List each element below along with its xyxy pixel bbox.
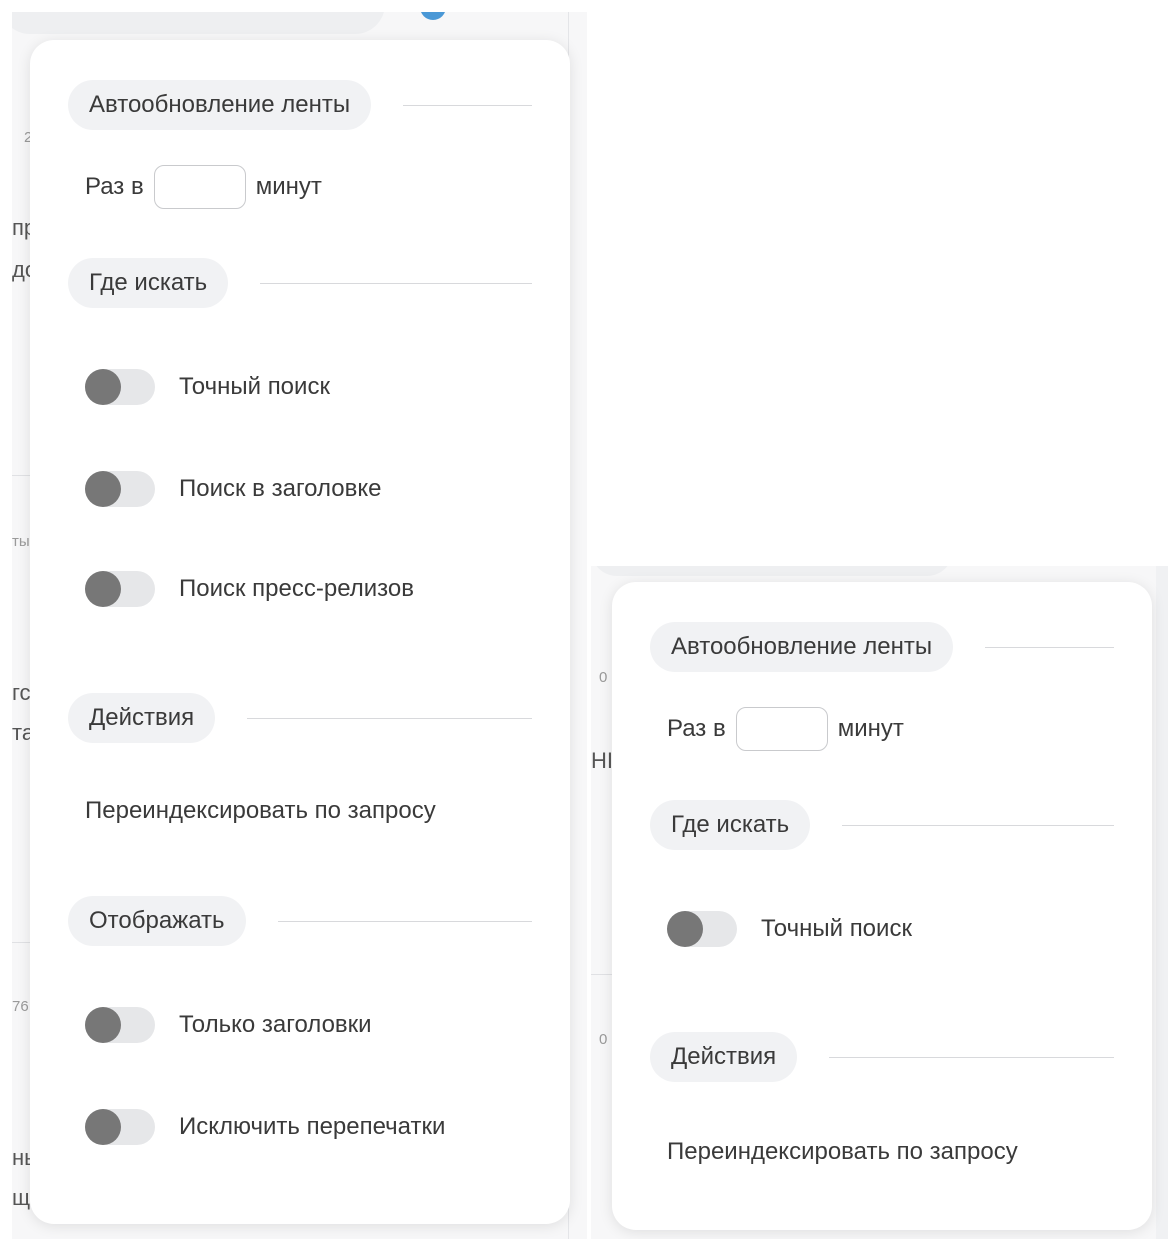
scroll-area (1156, 566, 1168, 1239)
toggle-switch[interactable] (85, 369, 155, 405)
search-settings-popover: Автообновление ленты Раз в минут Где иск… (612, 582, 1152, 1230)
section-divider (403, 104, 532, 106)
toggle-exact-search[interactable]: Точный поиск (667, 909, 912, 949)
status-dot-icon (420, 12, 446, 20)
section-title: Где искать (650, 800, 811, 850)
section-divider (247, 717, 532, 719)
background-text-fragment: ты (12, 533, 30, 550)
interval-suffix-label: минут (837, 715, 904, 742)
section-header-where: Где искать (68, 258, 532, 308)
toggle-label: Точный поиск (761, 915, 912, 942)
background-text-fragment: 0 (599, 669, 608, 686)
toggle-knob (85, 1109, 121, 1145)
toggle-exclude-reprints[interactable]: Исключить перепечатки (85, 1107, 445, 1147)
section-title: Автообновление ленты (650, 622, 954, 672)
background-text-fragment: HI (591, 748, 613, 773)
toggle-switch[interactable] (85, 471, 155, 507)
reindex-link[interactable]: Переиндексировать по запросу (667, 1136, 1018, 1168)
background-text-fragment: гс (12, 680, 31, 705)
toggle-label: Поиск пресс-релизов (179, 575, 414, 602)
toggle-knob (667, 911, 703, 947)
toggle-switch[interactable] (85, 571, 155, 607)
toggle-exact-search[interactable]: Точный поиск (85, 367, 330, 407)
section-title: Действия (68, 693, 216, 743)
background-text-fragment: щ (12, 1185, 31, 1210)
toggle-titles-only[interactable]: Только заголовки (85, 1005, 372, 1045)
section-title: Отображать (68, 896, 246, 946)
background-text-fragment: 76 (12, 998, 29, 1015)
toggle-label: Поиск в заголовке (179, 475, 382, 502)
toggle-label: Исключить перепечатки (179, 1113, 446, 1140)
section-header-actions: Действия (68, 693, 532, 743)
section-header-actions: Действия (650, 1032, 1114, 1082)
toggle-label: Только заголовки (179, 1011, 372, 1038)
toggle-switch[interactable] (667, 911, 737, 947)
section-divider (829, 1056, 1114, 1058)
reindex-link[interactable]: Переиндексировать по запросу (85, 795, 436, 827)
interval-prefix-label: Раз в (85, 173, 144, 200)
section-title: Где искать (68, 258, 229, 308)
auto-refresh-row: Раз в минут (85, 163, 322, 211)
section-title: Действия (650, 1032, 798, 1082)
toggle-switch[interactable] (85, 1109, 155, 1145)
section-divider (842, 824, 1114, 826)
left-screenshot: 2 пр до ты гс та 76 нь щ Автообновление … (12, 12, 587, 1239)
section-divider (260, 282, 532, 284)
toggle-label: Точный поиск (179, 373, 330, 400)
section-header-auto-refresh: Автообновление ленты (68, 80, 532, 130)
toggle-knob (85, 471, 121, 507)
search-bar-fragment (591, 566, 953, 576)
search-settings-popover: Автообновление ленты Раз в минут Где иск… (30, 40, 570, 1224)
auto-refresh-row: Раз в минут (667, 705, 904, 753)
section-header-auto-refresh: Автообновление ленты (650, 622, 1114, 672)
toggle-press-releases[interactable]: Поиск пресс-релизов (85, 569, 414, 609)
refresh-interval-input[interactable] (153, 165, 246, 209)
section-header-where: Где искать (650, 800, 1114, 850)
toggle-knob (85, 1007, 121, 1043)
background-text-fragment: 0 (599, 1031, 608, 1048)
interval-prefix-label: Раз в (667, 715, 726, 742)
toggle-knob (85, 571, 121, 607)
toggle-search-in-title[interactable]: Поиск в заголовке (85, 469, 381, 509)
toggle-knob (85, 369, 121, 405)
refresh-interval-input[interactable] (735, 707, 828, 751)
section-header-display: Отображать (68, 896, 532, 946)
section-divider (985, 646, 1114, 648)
toggle-switch[interactable] (85, 1007, 155, 1043)
section-divider (277, 920, 532, 922)
section-title: Автообновление ленты (68, 80, 372, 130)
search-bar-fragment (12, 12, 385, 34)
interval-suffix-label: минут (255, 173, 322, 200)
right-screenshot: 0 HI 0 Автообновление ленты Раз в минут … (591, 566, 1168, 1239)
